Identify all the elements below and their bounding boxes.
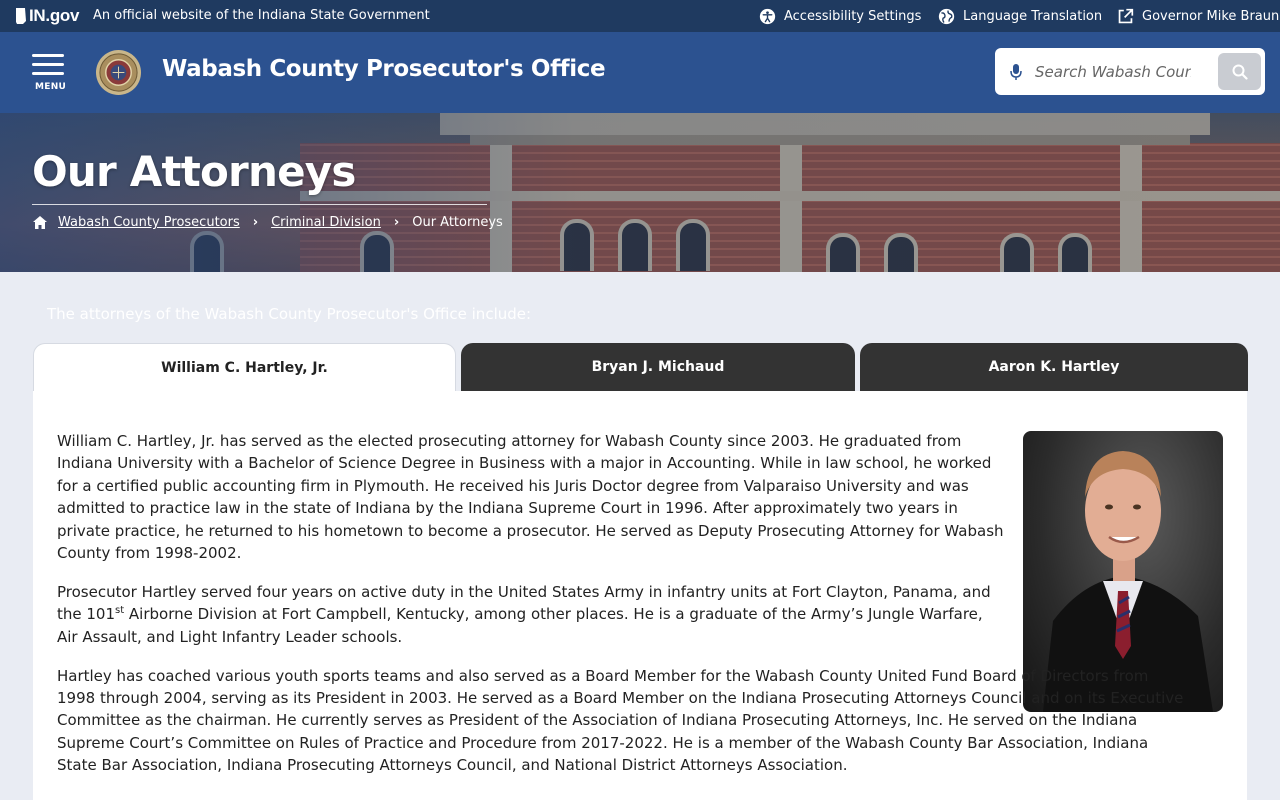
official-banner: IN.gov An official website of the Indian…: [0, 0, 1280, 32]
bio-text: Airborne Division at Fort Campbell, Kent…: [57, 605, 983, 646]
accessibility-icon: [759, 8, 776, 24]
external-link-icon: [1118, 8, 1134, 23]
accessibility-settings-link[interactable]: Accessibility Settings: [759, 6, 921, 26]
language-translation-label: Language Translation: [963, 8, 1103, 24]
tab-william-hartley[interactable]: William C. Hartley, Jr.: [33, 343, 456, 391]
ingov-logo[interactable]: IN.gov: [15, 6, 79, 26]
globe-icon: [938, 8, 955, 24]
chevron-right-icon: ›: [393, 215, 400, 230]
menu-label: MENU: [35, 82, 67, 92]
microphone-icon[interactable]: [1009, 62, 1023, 82]
title-divider: [32, 204, 487, 205]
attorney-tabs: William C. Hartley, Jr. Bryan J. Michaud…: [33, 343, 1248, 391]
hamburger-icon: [32, 54, 64, 57]
county-seal-logo[interactable]: [95, 49, 142, 96]
breadcrumb-link-criminal-division[interactable]: Criminal Division: [271, 215, 381, 230]
bio-paragraph: Prosecutor Hartley served four years on …: [57, 581, 1007, 648]
tab-aaron-hartley[interactable]: Aaron K. Hartley: [860, 343, 1248, 391]
tab-bryan-michaud[interactable]: Bryan J. Michaud: [461, 343, 855, 391]
hamburger-icon-bar: [32, 63, 64, 66]
bio-superscript: st: [115, 605, 125, 617]
official-site-text: An official website of the Indiana State…: [93, 8, 430, 23]
bio-paragraph: William C. Hartley, Jr. has served as th…: [57, 432, 1004, 563]
tab-panel: William C. Hartley, Jr. has served as th…: [33, 391, 1247, 800]
home-icon[interactable]: [32, 215, 48, 230]
breadcrumb: Wabash County Prosecutors › Criminal Div…: [32, 215, 503, 230]
language-translation-link[interactable]: Language Translation: [938, 6, 1102, 26]
menu-button[interactable]: MENU: [31, 54, 67, 94]
search-button[interactable]: [1218, 53, 1261, 90]
ingov-logo-text: IN.gov: [29, 6, 80, 25]
breadcrumb-link-prosecutors[interactable]: Wabash County Prosecutors: [58, 215, 240, 230]
breadcrumb-current: Our Attorneys: [412, 215, 503, 230]
bio-paragraph: Hartley has coached various youth sports…: [57, 666, 1184, 775]
governor-link-label: Governor Mike Braun: [1142, 8, 1280, 24]
governor-link[interactable]: Governor Mike Braun: [1117, 6, 1279, 26]
accessibility-settings-label: Accessibility Settings: [784, 8, 922, 24]
indiana-state-icon: [16, 8, 26, 24]
search-icon: [1232, 64, 1248, 80]
chevron-right-icon: ›: [252, 215, 259, 230]
site-title[interactable]: Wabash County Prosecutor's Office: [162, 56, 606, 82]
hamburger-icon-bar: [32, 72, 64, 75]
page-title: Our Attorneys: [32, 147, 356, 196]
intro-text: The attorneys of the Wabash County Prose…: [47, 305, 532, 323]
search-box: [995, 48, 1265, 95]
attorney-bio: William C. Hartley, Jr. has served as th…: [57, 430, 1187, 793]
site-header: MENU Wabash County Prosecutor's Office: [0, 32, 1280, 113]
search-input[interactable]: [1035, 58, 1191, 86]
hero-banner: Our Attorneys Wabash County Prosecutors …: [0, 113, 1280, 272]
